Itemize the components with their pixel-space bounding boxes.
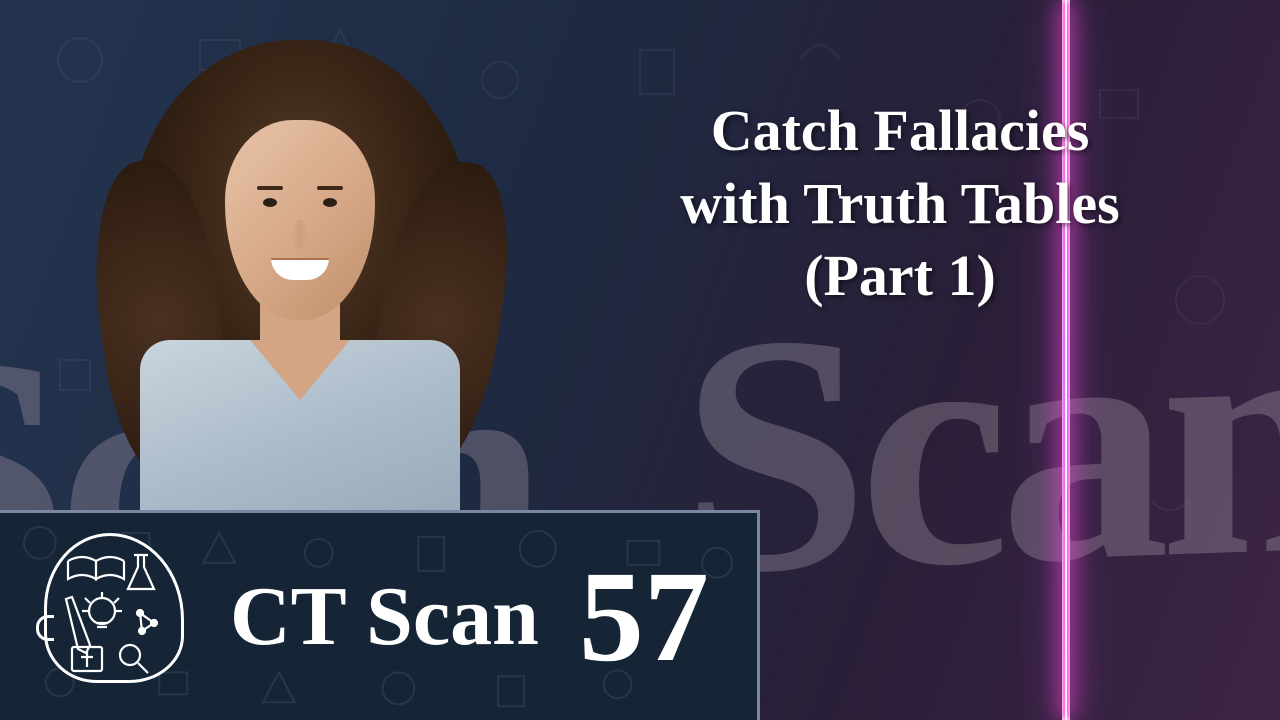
series-lower-third: CT Scan 57 <box>0 510 760 720</box>
series-name-label: CT Scan <box>230 568 539 665</box>
episode-title: Catch Fallacies with Truth Tables (Part … <box>580 95 1220 313</box>
episode-number: 57 <box>579 552 709 682</box>
title-line-3: (Part 1) <box>580 240 1220 313</box>
title-line-1: Catch Fallacies <box>580 95 1220 168</box>
title-line-2: with Truth Tables <box>580 168 1220 241</box>
series-logo-icon <box>30 527 200 707</box>
presenter-portrait <box>60 30 540 570</box>
